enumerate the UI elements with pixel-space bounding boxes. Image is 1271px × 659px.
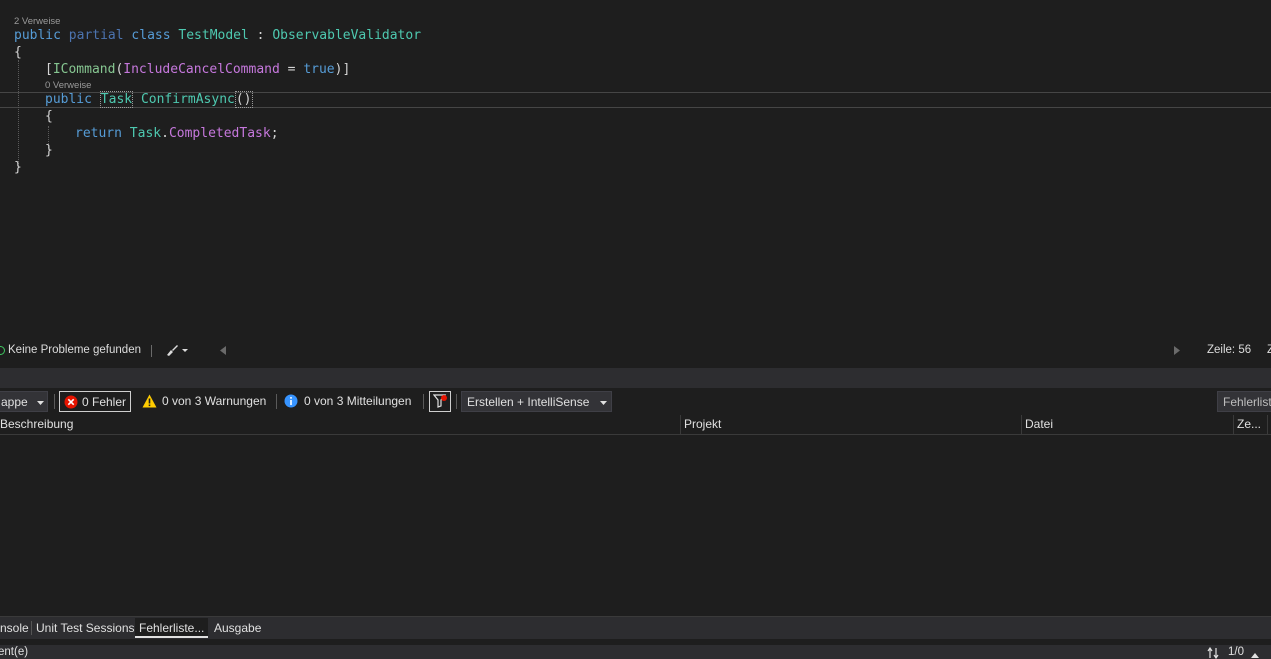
- error-icon: [64, 395, 78, 416]
- equals: =: [279, 62, 304, 77]
- editor-status-bar: Keine Probleme gefunden Zeile: 56 Z: [0, 342, 1271, 360]
- brace: {: [14, 45, 22, 60]
- line-number-indicator[interactable]: Zeile: 56: [1207, 344, 1251, 356]
- sync-counter[interactable]: 1/0: [1228, 646, 1244, 658]
- messages-count: 0 von 3 Mitteilungen: [304, 394, 412, 408]
- status-bar: ent(e) 1/0: [0, 645, 1271, 659]
- code-editor[interactable]: 2 Verweise public partial class TestMode…: [0, 0, 1271, 342]
- code-line-open-brace[interactable]: {: [14, 44, 22, 61]
- keyword-partial: partial: [68, 28, 124, 43]
- divider: [54, 394, 55, 409]
- divider: [151, 345, 152, 357]
- tool-window-tabs: nsole Unit Test Sessions Fehlerliste... …: [0, 616, 1271, 639]
- indent-guide: [18, 60, 19, 168]
- build-source-label: Erstellen + IntelliSense: [467, 395, 590, 409]
- return-type: Task: [99, 91, 134, 108]
- divider: [276, 394, 277, 409]
- warning-icon: [142, 394, 157, 415]
- class-name: TestModel: [178, 28, 249, 43]
- attribute-property: IncludeCancelCommand: [123, 62, 280, 77]
- warnings-count: 0 von 3 Warnungen: [162, 394, 267, 408]
- column-indicator[interactable]: Z: [1267, 344, 1271, 356]
- error-list-header: Beschreibung Projekt Datei Ze...: [0, 415, 1271, 435]
- keyword-return: return: [75, 126, 122, 141]
- tool-window-title-bar: [0, 368, 1271, 388]
- column-header-project[interactable]: Projekt: [684, 417, 721, 431]
- build-source-dropdown[interactable]: Erstellen + IntelliSense: [461, 391, 612, 412]
- filter-icon: [432, 394, 448, 416]
- code-line-class-declaration[interactable]: public partial class TestModel : Observa…: [14, 27, 421, 44]
- colon: :: [248, 28, 273, 43]
- info-icon: [284, 394, 298, 415]
- method-name: ConfirmAsync: [140, 92, 235, 107]
- horizontal-scrollbar[interactable]: [228, 344, 1170, 358]
- divider: [423, 394, 424, 409]
- base-class-name: ObservableValidator: [272, 28, 422, 43]
- source-control-arrows-icon[interactable]: [1207, 646, 1219, 659]
- column-divider[interactable]: [680, 415, 681, 434]
- code-cleanup-brush-icon[interactable]: [165, 343, 189, 360]
- code-line-method-signature[interactable]: public Task ConfirmAsync(): [45, 91, 253, 108]
- filter-toggle-button[interactable]: [429, 391, 451, 412]
- tab-unit-test-sessions[interactable]: Unit Test Sessions: [32, 618, 139, 638]
- messages-filter-button[interactable]: 0 von 3 Mitteilungen: [284, 391, 411, 412]
- divider: [456, 394, 457, 409]
- scroll-right-icon[interactable]: [1174, 346, 1180, 358]
- error-list-toolbar: appe 0 Fehler 0 von 3 Warnungen 0 von 3 …: [0, 389, 1271, 414]
- scroll-left-icon[interactable]: [220, 346, 226, 358]
- column-divider[interactable]: [1021, 415, 1022, 434]
- dot: .: [161, 126, 169, 141]
- tab-console[interactable]: nsole: [0, 618, 33, 638]
- tab-output[interactable]: Ausgabe: [210, 618, 265, 638]
- scope-dropdown[interactable]: appe: [0, 391, 48, 412]
- codelens-references-method[interactable]: 0 Verweise: [45, 80, 91, 91]
- chevron-up-icon[interactable]: [1251, 649, 1259, 659]
- column-divider[interactable]: [1267, 415, 1268, 434]
- method-parens: (): [234, 91, 253, 108]
- errors-count: 0 Fehler: [82, 395, 127, 409]
- property-reference: CompletedTask: [168, 126, 271, 141]
- column-header-file[interactable]: Datei: [1025, 417, 1053, 431]
- search-placeholder: Fehlerlist: [1223, 395, 1271, 409]
- status-text: ent(e): [0, 646, 29, 658]
- warnings-filter-button[interactable]: 0 von 3 Warnungen: [142, 391, 266, 412]
- bracket: )]: [334, 62, 351, 77]
- ok-check-icon: [0, 346, 5, 355]
- semicolon: ;: [270, 126, 279, 141]
- bracket: [: [45, 62, 53, 77]
- code-line-attribute[interactable]: [ICommand(IncludeCancelCommand = true)]: [45, 61, 350, 78]
- code-line-class-close[interactable]: }: [14, 159, 22, 176]
- column-divider[interactable]: [1233, 415, 1234, 434]
- scope-label: appe: [1, 395, 28, 409]
- code-line-method-open[interactable]: {: [45, 108, 53, 125]
- errors-filter-button[interactable]: 0 Fehler: [59, 391, 131, 412]
- keyword-true: true: [303, 62, 335, 77]
- code-line-return[interactable]: return Task.CompletedTask;: [75, 125, 279, 142]
- error-list-body[interactable]: [0, 435, 1271, 616]
- problems-status[interactable]: Keine Probleme gefunden: [8, 344, 141, 356]
- keyword-public: public: [14, 28, 61, 43]
- brace: {: [45, 109, 53, 124]
- type-reference: Task: [129, 126, 162, 141]
- keyword-public: public: [45, 92, 92, 107]
- tab-error-list[interactable]: Fehlerliste...: [135, 618, 209, 638]
- brace: }: [14, 160, 22, 175]
- codelens-references-class[interactable]: 2 Verweise: [14, 16, 60, 27]
- attribute-name: ICommand: [52, 62, 116, 77]
- column-header-description[interactable]: Beschreibung: [0, 417, 73, 431]
- column-header-line[interactable]: Ze...: [1237, 417, 1261, 431]
- keyword-class: class: [131, 28, 171, 43]
- code-line-method-close[interactable]: }: [45, 142, 53, 159]
- error-list-search-input[interactable]: Fehlerlist: [1217, 391, 1271, 412]
- brace: }: [45, 143, 53, 158]
